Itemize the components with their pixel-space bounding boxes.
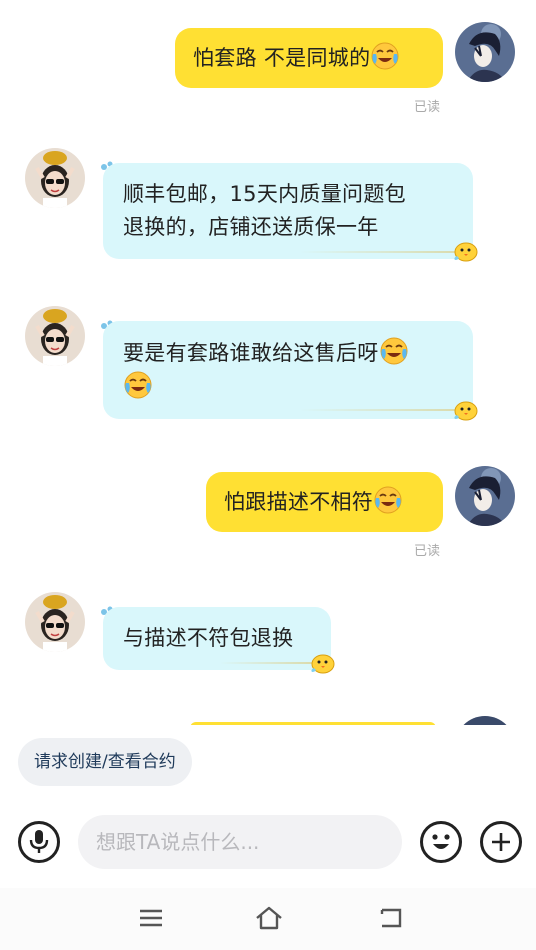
- crying-laugh-emoji-icon: [379, 336, 409, 366]
- plus-icon[interactable]: [480, 821, 522, 863]
- home-icon[interactable]: [254, 903, 284, 933]
- smiley-icon[interactable]: [420, 821, 462, 863]
- my-avatar[interactable]: [455, 466, 515, 526]
- message-text-line: 顺丰包邮，15天内质量问题包: [123, 182, 406, 206]
- message-bubble-received[interactable]: 要是有套路谁敢给这售后呀: [103, 321, 473, 419]
- crying-laugh-emoji-icon: [370, 41, 400, 71]
- contract-button[interactable]: 请求创建/查看合约: [18, 738, 192, 786]
- contact-avatar[interactable]: [25, 306, 85, 366]
- my-avatar-partial: [455, 716, 515, 725]
- read-status: 已读: [414, 100, 441, 115]
- contact-avatar[interactable]: [25, 148, 85, 208]
- message-bubble-received[interactable]: 顺丰包邮，15天内质量问题包 退换的，店铺还送质保一年: [103, 163, 473, 259]
- my-avatar[interactable]: [455, 22, 515, 82]
- message-bubble-sent[interactable]: 怕跟描述不相符: [206, 472, 443, 532]
- chat-area[interactable]: 怕套路 不是同城的 已读 顺丰包邮，15天内质量问题包 退换的，店铺还送质保一年…: [0, 0, 536, 725]
- chick-icon: [452, 397, 480, 421]
- message-bubble-received[interactable]: 与描述不符包退换: [103, 607, 331, 670]
- system-nav-bar: [0, 888, 536, 950]
- contact-avatar[interactable]: [25, 592, 85, 652]
- microphone-icon[interactable]: [18, 821, 60, 863]
- chick-icon: [309, 650, 337, 674]
- crying-laugh-emoji-icon: [373, 485, 403, 515]
- bubble-decoration-line: [300, 251, 460, 253]
- message-text: 怕套路 不是同城的: [193, 46, 371, 70]
- message-text: 与描述不符包退换: [123, 626, 294, 650]
- message-input[interactable]: 想跟TA说点什么...: [78, 815, 402, 869]
- read-status: 已读: [414, 544, 441, 559]
- message-text: 怕跟描述不相符: [224, 490, 374, 514]
- bubble-decoration-line: [220, 662, 312, 664]
- message-bubble-sent[interactable]: 怕套路 不是同城的: [175, 28, 443, 88]
- message-text-line: 退换的，店铺还送质保一年: [123, 215, 379, 239]
- crying-laugh-emoji-icon: [123, 370, 153, 400]
- menu-icon[interactable]: [136, 903, 166, 933]
- message-text: 要是有套路谁敢给这售后呀: [123, 341, 379, 365]
- chick-icon: [452, 238, 480, 262]
- bubble-decoration-line: [300, 409, 460, 411]
- back-icon[interactable]: [376, 903, 406, 933]
